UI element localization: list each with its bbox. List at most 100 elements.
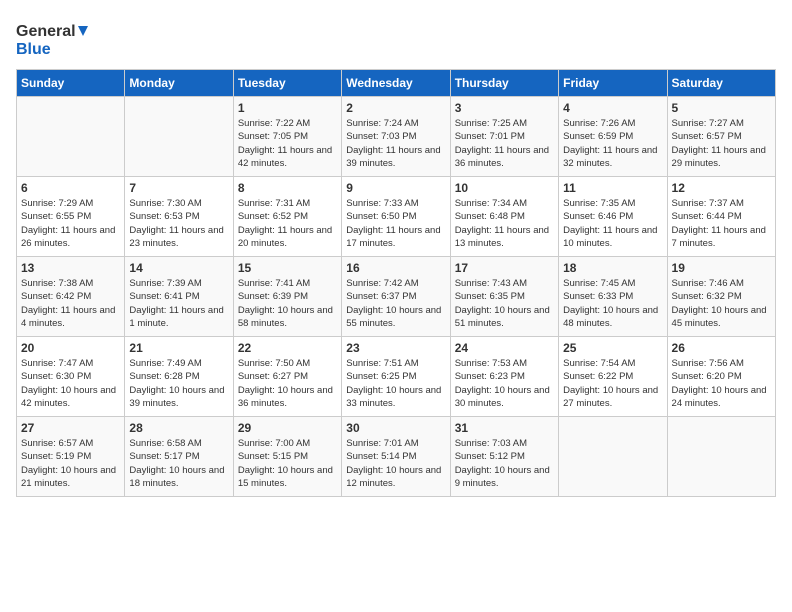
day-number: 15 [238, 261, 337, 275]
calendar-cell: 24Sunrise: 7:53 AM Sunset: 6:23 PM Dayli… [450, 337, 558, 417]
day-info: Sunrise: 7:22 AM Sunset: 7:05 PM Dayligh… [238, 117, 337, 170]
svg-text:General: General [16, 23, 76, 40]
day-number: 4 [563, 101, 662, 115]
calendar-cell [125, 97, 233, 177]
day-info: Sunrise: 7:38 AM Sunset: 6:42 PM Dayligh… [21, 277, 120, 330]
day-number: 26 [672, 341, 771, 355]
day-info: Sunrise: 7:34 AM Sunset: 6:48 PM Dayligh… [455, 197, 554, 250]
day-info: Sunrise: 7:35 AM Sunset: 6:46 PM Dayligh… [563, 197, 662, 250]
day-info: Sunrise: 7:26 AM Sunset: 6:59 PM Dayligh… [563, 117, 662, 170]
calendar-cell: 8 Sunrise: 7:31 AM Sunset: 6:52 PM Daylig… [233, 177, 341, 257]
day-number: 17 [455, 261, 554, 275]
day-info: Sunrise: 7:56 AM Sunset: 6:20 PM Dayligh… [672, 357, 771, 410]
day-number: 14 [129, 261, 228, 275]
day-info: Sunrise: 7:33 AM Sunset: 6:50 PM Dayligh… [346, 197, 445, 250]
calendar-week-3: 13 Sunrise: 7:38 AM Sunset: 6:42 PM Dayli… [17, 257, 776, 337]
calendar-cell: 25Sunrise: 7:54 AM Sunset: 6:22 PM Dayli… [559, 337, 667, 417]
day-number: 5 [672, 101, 771, 115]
day-number: 19 [672, 261, 771, 275]
calendar-cell: 17 Sunrise: 7:43 AM Sunset: 6:35 PM Dayli… [450, 257, 558, 337]
calendar-cell: 10 Sunrise: 7:34 AM Sunset: 6:48 PM Dayli… [450, 177, 558, 257]
day-number: 8 [238, 181, 337, 195]
calendar-cell: 7Sunrise: 7:30 AM Sunset: 6:53 PM Daylig… [125, 177, 233, 257]
calendar-week-1: 1 Sunrise: 7:22 AM Sunset: 7:05 PM Daylig… [17, 97, 776, 177]
day-number: 9 [346, 181, 445, 195]
logo-svg: GeneralBlue [16, 16, 96, 61]
day-info: Sunrise: 7:31 AM Sunset: 6:52 PM Dayligh… [238, 197, 337, 250]
day-info: Sunrise: 7:46 AM Sunset: 6:32 PM Dayligh… [672, 277, 771, 330]
calendar-cell: 29 Sunrise: 7:00 AM Sunset: 5:15 PM Dayli… [233, 417, 341, 497]
calendar-cell: 6 Sunrise: 7:29 AM Sunset: 6:55 PM Daylig… [17, 177, 125, 257]
day-info: Sunrise: 7:37 AM Sunset: 6:44 PM Dayligh… [672, 197, 771, 250]
day-number: 10 [455, 181, 554, 195]
calendar-cell: 11 Sunrise: 7:35 AM Sunset: 6:46 PM Dayli… [559, 177, 667, 257]
calendar-cell [559, 417, 667, 497]
day-info: Sunrise: 6:58 AM Sunset: 5:17 PM Dayligh… [129, 437, 228, 490]
calendar-cell: 13 Sunrise: 7:38 AM Sunset: 6:42 PM Dayli… [17, 257, 125, 337]
calendar-cell: 31Sunrise: 7:03 AM Sunset: 5:12 PM Dayli… [450, 417, 558, 497]
calendar-cell [17, 97, 125, 177]
calendar-week-5: 27 Sunrise: 6:57 AM Sunset: 5:19 PM Dayli… [17, 417, 776, 497]
calendar-cell: 14 Sunrise: 7:39 AM Sunset: 6:41 PM Dayli… [125, 257, 233, 337]
day-number: 2 [346, 101, 445, 115]
day-info: Sunrise: 7:49 AM Sunset: 6:28 PM Dayligh… [129, 357, 228, 410]
calendar-table: SundayMondayTuesdayWednesdayThursdayFrid… [16, 69, 776, 497]
day-number: 25 [563, 341, 662, 355]
calendar-cell: 16 Sunrise: 7:42 AM Sunset: 6:37 PM Dayli… [342, 257, 450, 337]
day-info: Sunrise: 7:47 AM Sunset: 6:30 PM Dayligh… [21, 357, 120, 410]
day-number: 16 [346, 261, 445, 275]
svg-text:Blue: Blue [16, 41, 51, 58]
day-number: 29 [238, 421, 337, 435]
day-info: Sunrise: 7:00 AM Sunset: 5:15 PM Dayligh… [238, 437, 337, 490]
day-number: 7 [129, 181, 228, 195]
day-info: Sunrise: 7:51 AM Sunset: 6:25 PM Dayligh… [346, 357, 445, 410]
day-number: 18 [563, 261, 662, 275]
day-info: Sunrise: 7:41 AM Sunset: 6:39 PM Dayligh… [238, 277, 337, 330]
day-info: Sunrise: 7:50 AM Sunset: 6:27 PM Dayligh… [238, 357, 337, 410]
calendar-cell: 5 Sunrise: 7:27 AM Sunset: 6:57 PM Daylig… [667, 97, 775, 177]
day-number: 3 [455, 101, 554, 115]
calendar-cell: 1 Sunrise: 7:22 AM Sunset: 7:05 PM Daylig… [233, 97, 341, 177]
day-number: 13 [21, 261, 120, 275]
day-info: Sunrise: 7:27 AM Sunset: 6:57 PM Dayligh… [672, 117, 771, 170]
day-info: Sunrise: 7:29 AM Sunset: 6:55 PM Dayligh… [21, 197, 120, 250]
day-number: 30 [346, 421, 445, 435]
day-info: Sunrise: 7:42 AM Sunset: 6:37 PM Dayligh… [346, 277, 445, 330]
calendar-cell: 21Sunrise: 7:49 AM Sunset: 6:28 PM Dayli… [125, 337, 233, 417]
day-number: 20 [21, 341, 120, 355]
day-info: Sunrise: 7:43 AM Sunset: 6:35 PM Dayligh… [455, 277, 554, 330]
header-thursday: Thursday [450, 70, 558, 97]
day-info: Sunrise: 7:24 AM Sunset: 7:03 PM Dayligh… [346, 117, 445, 170]
day-number: 27 [21, 421, 120, 435]
day-number: 1 [238, 101, 337, 115]
calendar-cell: 12Sunrise: 7:37 AM Sunset: 6:44 PM Dayli… [667, 177, 775, 257]
header-friday: Friday [559, 70, 667, 97]
calendar-header-row: SundayMondayTuesdayWednesdayThursdayFrid… [17, 70, 776, 97]
day-info: Sunrise: 7:53 AM Sunset: 6:23 PM Dayligh… [455, 357, 554, 410]
day-number: 11 [563, 181, 662, 195]
calendar-cell: 26 Sunrise: 7:56 AM Sunset: 6:20 PM Dayli… [667, 337, 775, 417]
day-info: Sunrise: 7:01 AM Sunset: 5:14 PM Dayligh… [346, 437, 445, 490]
day-info: Sunrise: 7:39 AM Sunset: 6:41 PM Dayligh… [129, 277, 228, 330]
day-info: Sunrise: 7:03 AM Sunset: 5:12 PM Dayligh… [455, 437, 554, 490]
header-sunday: Sunday [17, 70, 125, 97]
day-number: 28 [129, 421, 228, 435]
header-monday: Monday [125, 70, 233, 97]
header-wednesday: Wednesday [342, 70, 450, 97]
calendar-week-4: 20 Sunrise: 7:47 AM Sunset: 6:30 PM Dayli… [17, 337, 776, 417]
day-number: 6 [21, 181, 120, 195]
calendar-cell: 18Sunrise: 7:45 AM Sunset: 6:33 PM Dayli… [559, 257, 667, 337]
day-info: Sunrise: 6:57 AM Sunset: 5:19 PM Dayligh… [21, 437, 120, 490]
calendar-cell: 30 Sunrise: 7:01 AM Sunset: 5:14 PM Dayli… [342, 417, 450, 497]
page-header: GeneralBlue [16, 16, 776, 61]
calendar-cell: 19 Sunrise: 7:46 AM Sunset: 6:32 PM Dayli… [667, 257, 775, 337]
calendar-cell: 9 Sunrise: 7:33 AM Sunset: 6:50 PM Daylig… [342, 177, 450, 257]
day-number: 23 [346, 341, 445, 355]
calendar-cell [667, 417, 775, 497]
header-saturday: Saturday [667, 70, 775, 97]
day-info: Sunrise: 7:25 AM Sunset: 7:01 PM Dayligh… [455, 117, 554, 170]
calendar-cell: 15 Sunrise: 7:41 AM Sunset: 6:39 PM Dayli… [233, 257, 341, 337]
calendar-cell: 3 Sunrise: 7:25 AM Sunset: 7:01 PM Daylig… [450, 97, 558, 177]
calendar-cell: 28 Sunrise: 6:58 AM Sunset: 5:17 PM Dayli… [125, 417, 233, 497]
calendar-cell: 23 Sunrise: 7:51 AM Sunset: 6:25 PM Dayli… [342, 337, 450, 417]
